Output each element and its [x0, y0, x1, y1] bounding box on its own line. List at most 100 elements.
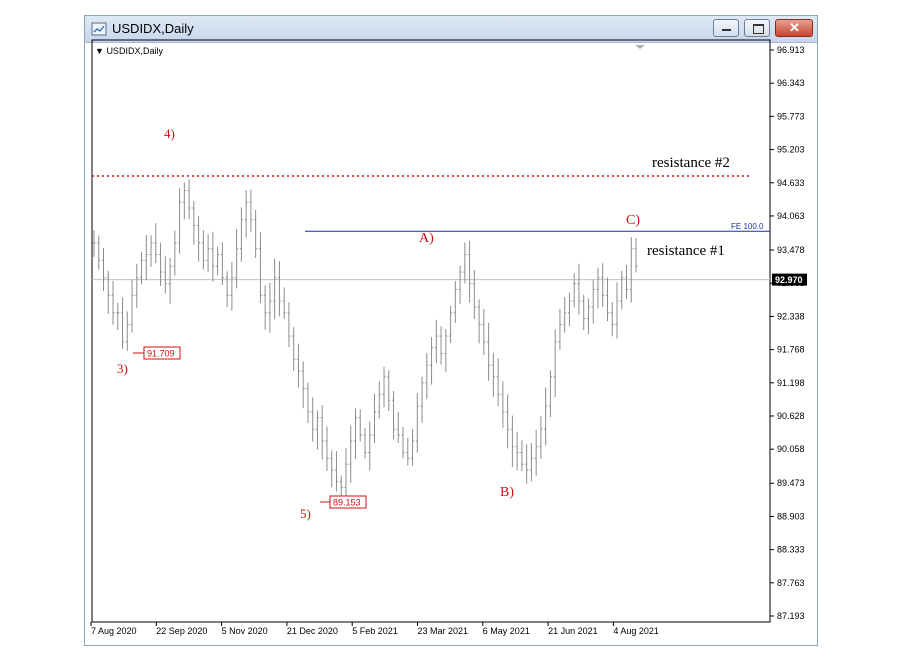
ohlc-bar — [411, 429, 415, 466]
ohlc-bar — [116, 302, 120, 330]
ohlc-bar — [254, 209, 258, 259]
ohlc-bar — [444, 329, 448, 373]
y-tick-label: 90.058 — [777, 444, 805, 454]
annotation-label: resistance #2 — [652, 155, 730, 171]
x-tick-label: 21 Jun 2021 — [548, 626, 598, 636]
ohlc-bar — [225, 271, 229, 308]
ohlc-bar — [311, 397, 315, 442]
y-tick-label: 88.333 — [777, 545, 805, 555]
ohlc-bar — [477, 299, 481, 344]
annotation-label: resistance #1 — [647, 243, 725, 259]
ohlc-bar — [510, 415, 514, 467]
x-tick-label: 7 Aug 2020 — [91, 626, 137, 636]
y-tick-label: 94.633 — [777, 178, 805, 188]
ohlc-bar — [591, 280, 595, 324]
ohlc-bar — [487, 322, 491, 381]
ohlc-bar — [387, 370, 391, 412]
annotation-label: 3) — [117, 361, 128, 376]
ohlc-bar — [458, 265, 462, 305]
ohlc-bar — [121, 297, 125, 349]
ohlc-bar — [534, 429, 538, 476]
ohlc-bar — [634, 238, 638, 273]
ohlc-bar — [572, 273, 576, 308]
price-chart[interactable]: 96.913 96.343 95.773 95.203 94.633 94.063 93.4… — [0, 0, 912, 662]
ohlc-bar — [144, 235, 148, 281]
ohlc-bar — [382, 366, 386, 408]
ohlc-bar — [544, 387, 548, 446]
y-tick-label: 90.628 — [777, 411, 805, 421]
y-tick-label: 88.903 — [777, 511, 805, 521]
y-tick-label: 96.343 — [777, 78, 805, 88]
annotation-label: C) — [626, 213, 640, 228]
annotation-label: A) — [419, 231, 434, 246]
ohlc-bar — [168, 257, 172, 304]
ohlc-bar — [206, 234, 210, 273]
ohlc-bar — [125, 311, 129, 352]
ohlc-bar — [430, 336, 434, 385]
y-tick-label: 95.773 — [777, 111, 805, 121]
ohlc-bar — [287, 302, 291, 348]
ohlc-bar — [425, 352, 429, 400]
ohlc-bar — [344, 448, 348, 504]
x-tick-label: 23 Mar 2021 — [418, 626, 469, 636]
price-box-label: 91.709 — [147, 349, 175, 359]
plot-frame — [91, 39, 771, 623]
ohlc-bar — [325, 426, 329, 472]
ohlc-bar — [358, 409, 362, 442]
ohlc-bar — [615, 282, 619, 339]
ohlc-bar — [472, 270, 476, 319]
ohlc-bar — [624, 264, 628, 299]
scroll-marker-icon — [635, 45, 645, 49]
ohlc-bar — [258, 232, 262, 304]
ohlc-bar — [268, 282, 272, 333]
ohlc-bar — [406, 437, 410, 466]
x-tick-label: 4 Aug 2021 — [613, 626, 659, 636]
triangle-down-icon[interactable]: ▼ — [95, 46, 104, 56]
ohlc-bar — [339, 475, 343, 496]
ohlc-bar — [306, 382, 310, 423]
y-tick-label: 91.198 — [777, 378, 805, 388]
ohlc-bar — [187, 179, 191, 219]
ohlc-bar — [463, 242, 467, 284]
ohlc-bar — [377, 381, 381, 419]
ohlc-bar — [439, 326, 443, 365]
ohlc-bar — [525, 444, 529, 484]
ohlc-bar — [501, 381, 505, 428]
ohlc-bar — [363, 428, 367, 459]
ohlc-bar — [515, 431, 519, 471]
ohlc-bar — [420, 376, 424, 423]
ohlc-bar — [468, 240, 472, 303]
ohlc-bar — [277, 261, 281, 317]
ohlc-bar — [596, 267, 600, 309]
ohlc-bar — [102, 248, 106, 292]
y-tick-label: 96.913 — [777, 45, 805, 55]
ohlc-bar — [320, 405, 324, 460]
x-tick-label: 6 May 2021 — [483, 626, 530, 636]
ohlc-bar — [567, 292, 571, 327]
ohlc-bar — [249, 189, 253, 232]
symbol-label: ▼ USDIDX,Daily — [95, 46, 163, 56]
x-tick-label: 5 Feb 2021 — [352, 626, 398, 636]
ohlc-bar — [548, 370, 552, 418]
ohlc-bar — [396, 411, 400, 443]
ohlc-bar — [334, 451, 338, 492]
ohlc-bar — [629, 237, 633, 303]
ohlc-bar — [220, 242, 224, 285]
y-tick-label: 89.473 — [777, 478, 805, 488]
ohlc-bar — [577, 263, 581, 315]
ohlc-bar — [586, 298, 590, 335]
ohlc-bar — [491, 352, 495, 397]
ohlc-bar — [292, 327, 296, 371]
ohlc-bar — [449, 305, 453, 343]
ohlc-bar — [273, 258, 277, 320]
ohlc-bar — [482, 308, 486, 355]
y-tick-label: 91.768 — [777, 345, 805, 355]
ohlc-bar — [182, 182, 186, 220]
current-price-label: 92.970 — [775, 275, 803, 285]
ohlc-bar — [173, 230, 177, 276]
ohlc-bar — [539, 416, 543, 460]
ohlc-bar — [301, 361, 305, 409]
ohlc-bar — [349, 425, 353, 483]
ohlc-bar — [92, 229, 96, 257]
ohlc-bar — [106, 270, 110, 314]
